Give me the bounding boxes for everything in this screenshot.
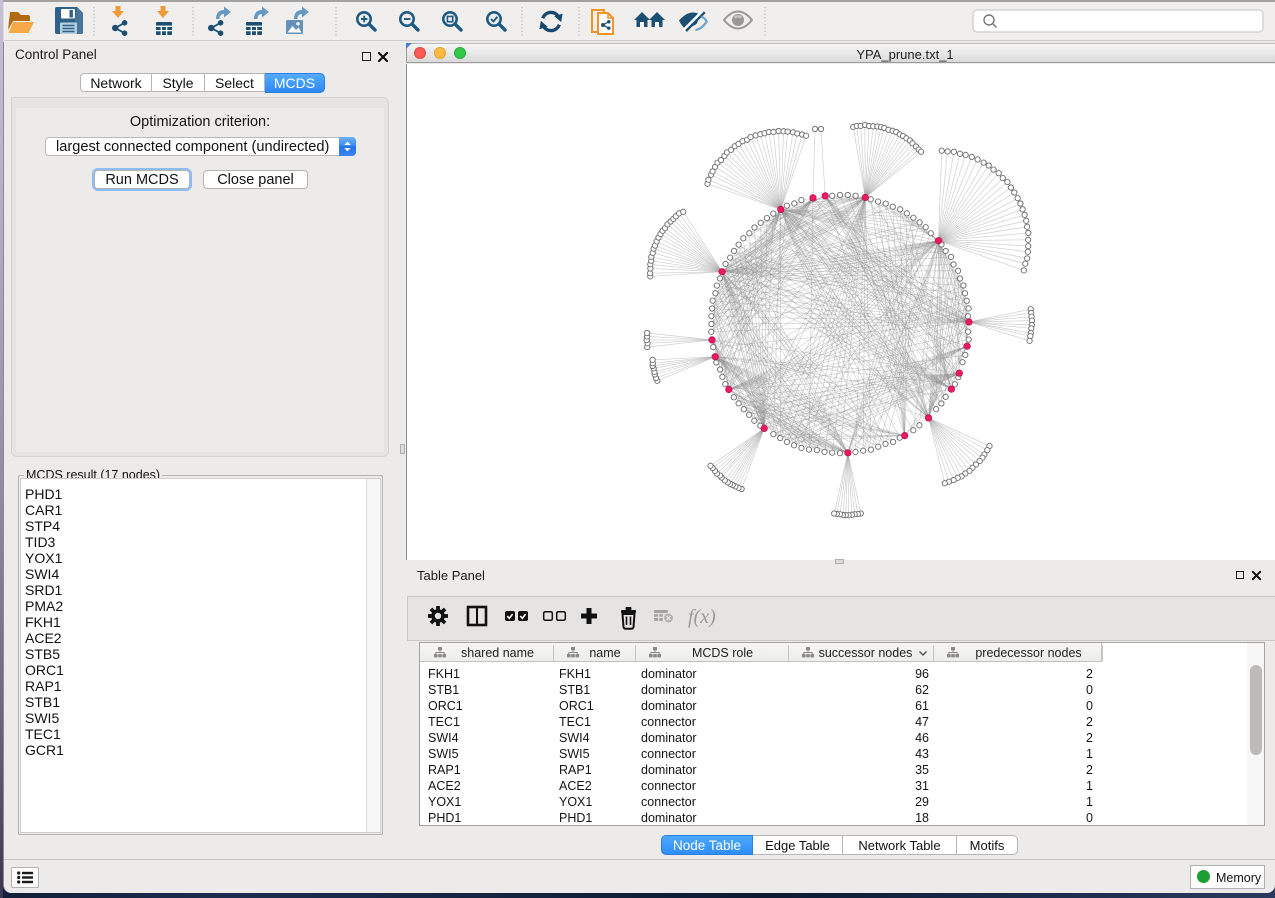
svg-text:f(x): f(x)	[688, 606, 716, 628]
